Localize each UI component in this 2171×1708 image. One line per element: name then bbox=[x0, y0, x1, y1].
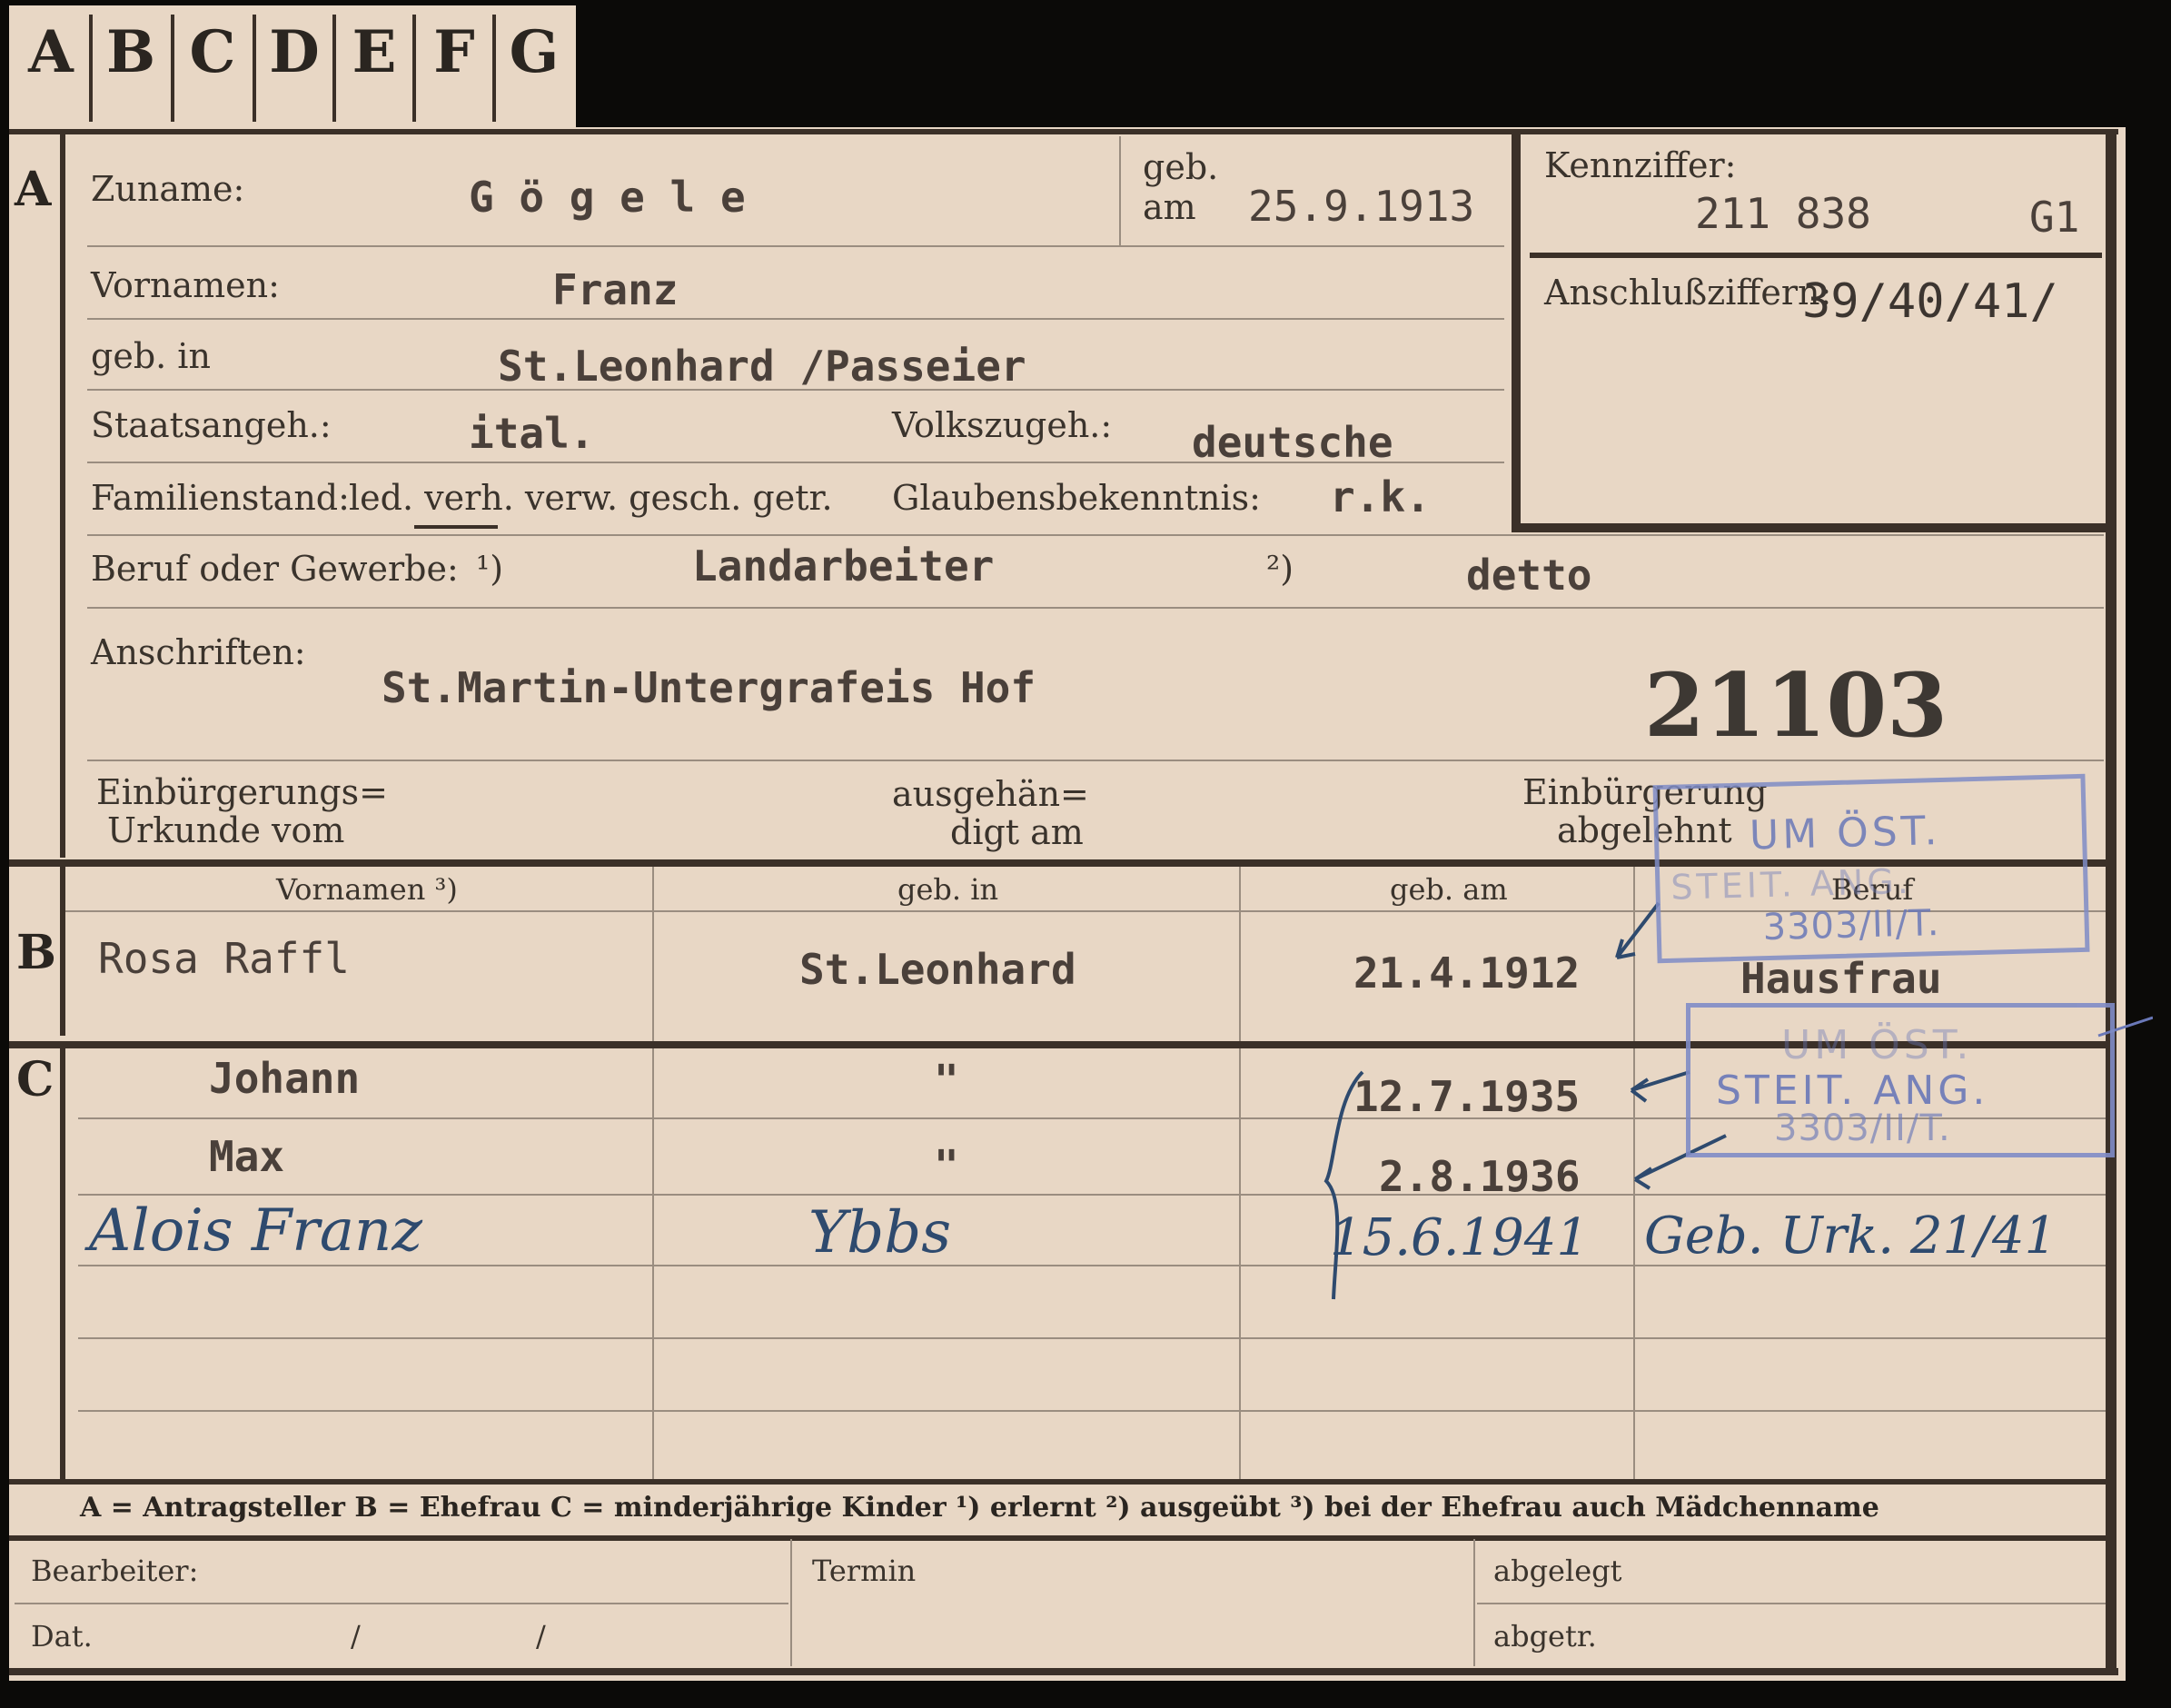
geb-in-value: St.Leonhard /Passeier bbox=[498, 342, 1026, 391]
einbuergerung-urkunde-label-2: Urkunde vom bbox=[107, 810, 345, 850]
child-3-vornamen: Alois Franz bbox=[89, 1197, 422, 1265]
bearbeiter-label: Bearbeiter: bbox=[31, 1554, 199, 1588]
stamp-2: UM ÖST. STEIT. ANG. 3303/II/T. bbox=[1686, 1003, 2115, 1157]
child-3-geb-in: Ybbs bbox=[808, 1199, 952, 1266]
child-3-note: Geb. Urk. 21/41 bbox=[1644, 1207, 2057, 1266]
file-number: 21103 bbox=[1644, 654, 1948, 757]
col-header-vornamen: Vornamen ³) bbox=[276, 872, 458, 907]
staatsangeh-value: ital. bbox=[469, 409, 595, 458]
volkszugeh-label: Volkszugeh.: bbox=[892, 405, 1113, 445]
anschrift-value: St.Martin-Untergrafeis Hof bbox=[382, 663, 1036, 712]
tab-e[interactable]: E bbox=[338, 18, 411, 86]
index-card: A B C D E F G A B C Kennziffer: 211 838 … bbox=[0, 0, 2171, 1708]
geb-am-label-1: geb. bbox=[1143, 147, 1219, 187]
kennziffer-suffix: G1 bbox=[2029, 193, 2080, 242]
child-1-vornamen: Johann bbox=[209, 1054, 361, 1103]
abgelegt-label: abgelegt bbox=[1493, 1554, 1622, 1588]
tab-b[interactable]: B bbox=[94, 18, 167, 86]
section-c-marker: C bbox=[16, 1052, 55, 1107]
legend: A = Antragsteller B = Ehefrau C = minder… bbox=[80, 1492, 1879, 1524]
spouse-geb-am: 21.4.1912 bbox=[1353, 948, 1581, 998]
child-2-vornamen: Max bbox=[209, 1132, 285, 1181]
stamp-1-number: 3303/II/T. bbox=[1762, 902, 1940, 949]
geb-am-label-2: am bbox=[1143, 187, 1196, 227]
termin-label: Termin bbox=[812, 1554, 917, 1588]
abgetr-label: abgetr. bbox=[1493, 1619, 1597, 1653]
vornamen-value: Franz bbox=[552, 265, 679, 314]
glaubensbekenntnis-label: Glaubensbekenntnis: bbox=[892, 478, 1261, 518]
tab-c[interactable]: C bbox=[176, 18, 249, 86]
staatsangeh-label: Staatsangeh.: bbox=[91, 405, 332, 445]
tab-f[interactable]: F bbox=[418, 18, 491, 86]
familienstand-underline bbox=[414, 525, 498, 529]
ausgehaendigt-label-1: ausgehän= bbox=[892, 774, 1089, 814]
geb-in-label: geb. in bbox=[91, 336, 211, 376]
spouse-geb-in: St.Leonhard bbox=[799, 945, 1076, 994]
child-1-geb-am: 12.7.1935 bbox=[1353, 1072, 1581, 1121]
stamp-1-line2: STEIT. ANG. bbox=[1670, 860, 1913, 908]
anschlussziffern-value: 39/40/41/ bbox=[1802, 274, 2058, 329]
footnote-1-marker: ¹) bbox=[476, 549, 504, 589]
einbuergerung-urkunde-label-1: Einbürgerungs= bbox=[96, 772, 388, 812]
stamp-2-number: 3303/II/T. bbox=[1774, 1107, 1951, 1149]
child-2-geb-in: " bbox=[934, 1141, 959, 1190]
beruf-erlernt-value: Landarbeiter bbox=[692, 541, 995, 591]
beruf-label: Beruf oder Gewerbe: bbox=[91, 549, 459, 589]
stamp-1-line1: UM ÖST. bbox=[1749, 807, 1941, 859]
volkszugeh-value: deutsche bbox=[1192, 418, 1393, 467]
section-b-marker: B bbox=[16, 925, 56, 980]
spouse-vornamen: Rosa Raffl bbox=[98, 934, 350, 983]
date-slash-2: / bbox=[536, 1619, 546, 1653]
section-a-marker: A bbox=[15, 162, 52, 217]
glaubensbekenntnis-value: r.k. bbox=[1330, 472, 1431, 521]
beruf-ausgeuebt-value: detto bbox=[1466, 551, 1592, 600]
vornamen-label: Vornamen: bbox=[91, 265, 280, 305]
geb-am-value: 25.9.1913 bbox=[1248, 182, 1475, 231]
tab-a[interactable]: A bbox=[15, 18, 87, 86]
tab-g[interactable]: G bbox=[498, 18, 570, 86]
kennziffer-label: Kennziffer: bbox=[1544, 145, 1737, 185]
col-header-geb-in: geb. in bbox=[897, 872, 999, 907]
zuname-label: Zuname: bbox=[91, 169, 245, 209]
children-bracket bbox=[1323, 1070, 1364, 1300]
anschlussziffern-label: Anschlußziffern: bbox=[1544, 273, 1832, 313]
familienstand-options: led. verh. verw. gesch. getr. bbox=[349, 478, 833, 518]
zuname-value: G ö g e l e bbox=[469, 173, 746, 222]
tab-d[interactable]: D bbox=[258, 18, 331, 86]
col-header-geb-am: geb. am bbox=[1390, 872, 1508, 907]
familienstand-label: Familienstand: bbox=[91, 478, 350, 518]
kennziffer-value: 211 838 bbox=[1695, 189, 1871, 238]
anschriften-label: Anschriften: bbox=[91, 632, 306, 672]
stamp-2-line1: UM ÖST. bbox=[1781, 1022, 1973, 1068]
dat-label: Dat. bbox=[31, 1619, 93, 1653]
footnote-2-marker: ²) bbox=[1266, 549, 1294, 589]
stamp-1: UM ÖST. STEIT. ANG. 3303/II/T. bbox=[1652, 773, 2090, 964]
date-slash-1: / bbox=[351, 1619, 361, 1653]
ausgehaendigt-label-2: digt am bbox=[950, 812, 1084, 852]
child-1-geb-in: " bbox=[934, 1056, 959, 1105]
